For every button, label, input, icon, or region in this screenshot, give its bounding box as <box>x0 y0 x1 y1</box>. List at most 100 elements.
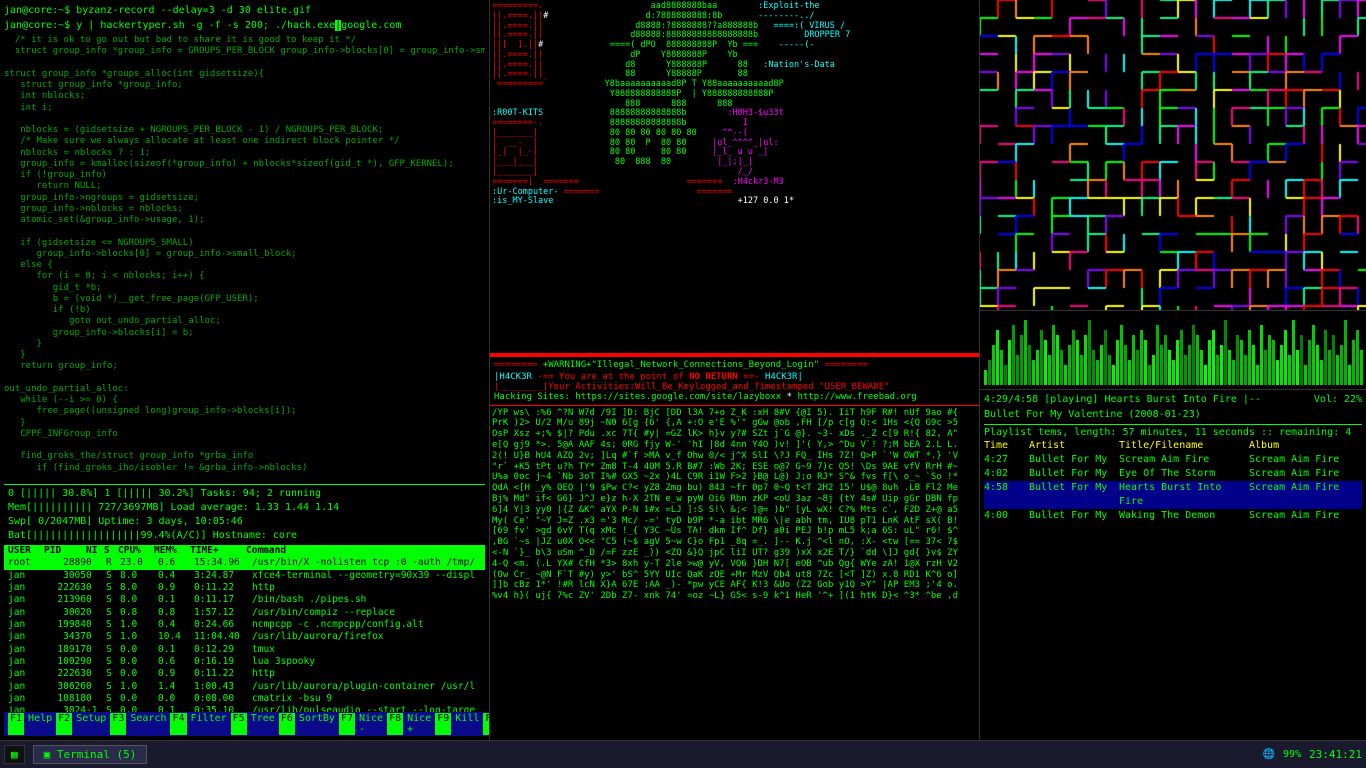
terminal-icon: ▣ <box>44 748 57 761</box>
f1-key[interactable]: F1 <box>8 713 24 735</box>
f9-key[interactable]: F9 <box>435 713 451 735</box>
left-top-area: jan@core:~$ byzanz-record --delay=3 -d 3… <box>4 4 485 484</box>
playlist-column-headers: Time Artist Title/Filename Album <box>984 440 1362 451</box>
list-item[interactable]: 4:00Bullet For MyWaking The DemonScream … <box>984 509 1362 523</box>
waveform-bar <box>1272 340 1275 385</box>
table-row: jan 19984 0 S 1.0 0.4 0:24.66 ncmpcpp -c… <box>4 619 485 631</box>
f10-key[interactable]: F10 <box>483 713 490 735</box>
table-row: jan 22263 0 S 8.0 0.9 0:11.22 http <box>4 582 485 594</box>
artist-display: Bullet For My Valentine (2008-01-23) <box>984 409 1201 420</box>
waveform-bar <box>1136 350 1139 385</box>
waveform-bar <box>1052 325 1055 385</box>
waveform-bar <box>1312 325 1315 385</box>
waveform-bar <box>1108 355 1111 385</box>
waveform-bar <box>1188 345 1191 385</box>
waveform-bar <box>1280 345 1283 385</box>
f1-label: Help <box>28 713 52 735</box>
waveform-bar <box>1060 350 1063 385</box>
col-time-header: Time <box>984 440 1029 451</box>
cmd-text-2: y | hackertyper.sh -g -f -s 200; <box>76 20 275 31</box>
waveform-bar <box>1124 345 1127 385</box>
waveform-bar <box>1164 335 1167 385</box>
f6-label: SortBy <box>299 713 335 735</box>
waveform-bar <box>1192 325 1195 385</box>
waveform-bar <box>1348 365 1351 385</box>
f3-label: Search <box>130 713 166 735</box>
f4-label: Filter <box>191 713 227 735</box>
list-item[interactable]: 4:58Bullet For MyHearts Burst Into FireS… <box>984 481 1362 509</box>
waveform-bar <box>1244 355 1247 385</box>
waveform-bar <box>1228 350 1231 385</box>
playlist-length: Playlist tems, length: 57 minutes, 11 se… <box>984 427 1351 438</box>
f8-key[interactable]: F8 <box>387 713 403 735</box>
col-s: S <box>104 545 118 557</box>
waveform-bar <box>988 360 991 385</box>
waveform-bar <box>1100 345 1103 385</box>
f5-key[interactable]: F5 <box>231 713 247 735</box>
waveform-bar <box>1324 330 1327 385</box>
waveform-bar <box>996 330 999 385</box>
waveform-bar <box>1004 365 1007 385</box>
f4-key[interactable]: F4 <box>170 713 186 735</box>
taskbar[interactable]: ▦ ▣ Terminal (5) 🌐 99% 23:41:21 <box>0 740 1366 768</box>
f2-label: Setup <box>76 713 106 735</box>
waveform-bar <box>1300 335 1303 385</box>
table-row: jan 21396 0 S 8.0 0.1 0:11.17 /bin/bash … <box>4 594 485 606</box>
waveform-bar <box>1144 340 1147 385</box>
f3-key[interactable]: F3 <box>110 713 126 735</box>
waveform-bar <box>1160 345 1163 385</box>
f7-label: Nice - <box>359 713 383 735</box>
proc-header-row: USER PID NI S CPU% MEM% TIME+ Command <box>4 545 485 557</box>
waveform-bar <box>1088 320 1091 385</box>
table-row: jan 30626 0 S 1.0 1.4 1:00.43 /usr/lib/a… <box>4 681 485 693</box>
list-item[interactable]: 4:02Bullet For MyEye Of The StormScream … <box>984 467 1362 481</box>
waveform-bar <box>1020 335 1023 385</box>
stats-line-1: 0 [||||| 30.8%] 1 [||||| 30.2%] Tasks: 9… <box>8 487 481 501</box>
stats-line-4: Bat[||||||||||||||||||99.4%(A/C)] Hostna… <box>8 529 481 543</box>
start-button[interactable]: ▦ <box>4 745 25 764</box>
waveform-bars-container <box>984 315 1363 385</box>
f6-key[interactable]: F6 <box>279 713 295 735</box>
volume-display: Vol: 22% <box>1314 394 1362 405</box>
waveform-bar <box>1256 365 1259 385</box>
f8-label: Nice + <box>407 713 431 735</box>
f2-key[interactable]: F2 <box>56 713 72 735</box>
table-row: jan 22263 0 S 0.0 0.9 0:11.22 http <box>4 668 485 680</box>
table-row: jan 3002 0 S 0.8 0.8 1:57.12 /usr/bin/co… <box>4 607 485 619</box>
table-row: jan 18917 0 S 0.0 0.1 0:12.29 tmux <box>4 644 485 656</box>
waveform-bar <box>1084 335 1087 385</box>
waveform-bar <box>1080 355 1083 385</box>
bottom-function-bar[interactable]: F1Help F2Setup F3Search F4Filter F5Tree … <box>4 712 485 736</box>
waveform-bar <box>1040 330 1043 385</box>
col-cmd: Command <box>246 545 481 557</box>
waveform-bar <box>1120 325 1123 385</box>
waveform-bar <box>1156 325 1159 385</box>
battery-display: 99% <box>1283 749 1301 760</box>
waveform-bar <box>1304 365 1307 385</box>
f7-key[interactable]: F7 <box>339 713 355 735</box>
col-title-header: Title/Filename <box>1119 440 1249 451</box>
taskbar-terminal-app[interactable]: ▣ Terminal (5) <box>33 745 148 764</box>
process-rows: root 2889 0 R 23.0 0.6 15:34.96 /usr/bin… <box>4 557 485 712</box>
waveform-bar <box>1220 345 1223 385</box>
song-sep: |-- <box>1243 394 1261 405</box>
table-row: root 2889 0 R 23.0 0.6 15:34.96 /usr/bin… <box>4 557 485 569</box>
system-stats: 0 [||||| 30.8%] 1 [||||| 30.2%] Tasks: 9… <box>4 484 485 545</box>
waveform-bar <box>1212 330 1215 385</box>
waveform-bar <box>1112 365 1115 385</box>
waveform-bar <box>1172 360 1175 385</box>
col-pid: PID <box>44 545 86 557</box>
prompt-2: jan@core:~$ <box>4 20 76 31</box>
keylog-line: |________|Your Activities:Will_Be_Keylog… <box>494 382 975 392</box>
waveform-bar <box>1292 320 1295 385</box>
waveform-bar <box>1048 355 1051 385</box>
terminal-label: Terminal (5) <box>57 748 136 761</box>
list-item[interactable]: 4:27Bullet For MyScream Aim FireScream A… <box>984 453 1362 467</box>
playing-status: [playing] <box>1044 394 1098 405</box>
waveform-bar <box>1288 355 1291 385</box>
music-player[interactable]: 4:29/4:58 [playing] Hearts Burst Into Fi… <box>980 390 1366 740</box>
waveform-bar <box>1268 335 1271 385</box>
waveform-bar <box>1236 335 1239 385</box>
waveform-bar <box>1224 320 1227 385</box>
waveform-bar <box>1232 360 1235 385</box>
